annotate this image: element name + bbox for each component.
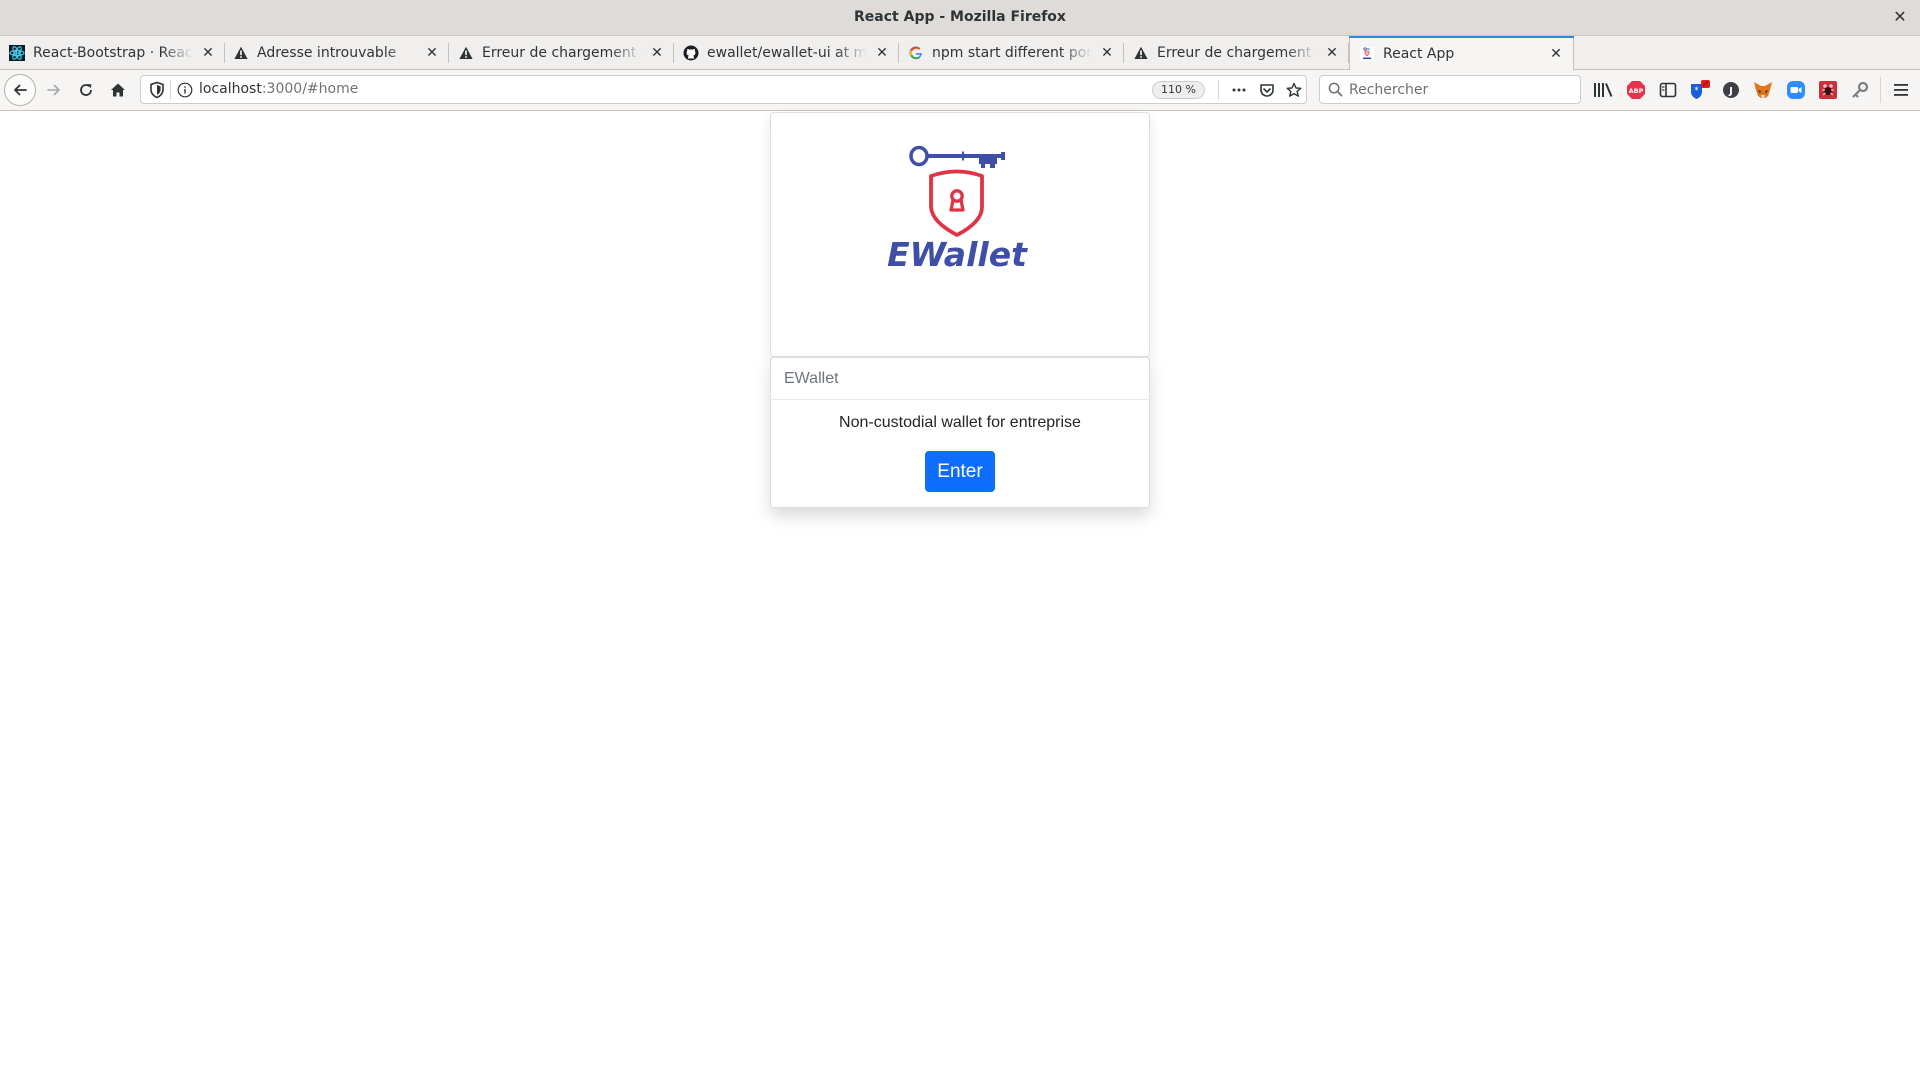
svg-text:ABP: ABP (1629, 87, 1644, 95)
bookmark-star-button[interactable] (1284, 80, 1304, 100)
warning-icon (1133, 45, 1149, 61)
logo-card: EWallet (770, 112, 1150, 357)
enter-button[interactable]: Enter (925, 451, 995, 492)
ewallet-favicon-icon (1359, 46, 1375, 62)
home-icon (111, 83, 125, 97)
forward-button[interactable] (38, 74, 70, 106)
zoom-meetings-icon[interactable] (1785, 79, 1807, 101)
page-actions-button[interactable] (1229, 80, 1249, 100)
logo-text: EWallet (887, 235, 1028, 270)
window-close-button[interactable]: ✕ (1890, 7, 1910, 27)
key-icon[interactable] (1849, 79, 1871, 101)
url-text[interactable]: localhost:3000/#home (199, 81, 358, 97)
bitwarden-icon[interactable]: * (1689, 79, 1711, 101)
page-content: EWallet EWallet Non-custodial wallet for… (0, 111, 1920, 1080)
warning-icon (233, 45, 249, 61)
tab-label: React-Bootstrap · React-Bootstrap Docume… (33, 45, 193, 61)
pocket-button[interactable] (1257, 80, 1277, 100)
site-info-icon[interactable] (177, 82, 193, 98)
navigation-toolbar: localhost:3000/#home 110 % ABP * J (0, 70, 1920, 111)
tab-react-app[interactable]: React App ✕ (1349, 36, 1574, 71)
google-icon (908, 45, 924, 61)
menu-icon[interactable] (1890, 79, 1912, 101)
window-title: React App - Mozilla Firefox (854, 9, 1066, 25)
tab-github[interactable]: ewallet/ewallet-ui at main ✕ (674, 36, 899, 70)
reload-icon (80, 84, 92, 96)
sidebar-icon[interactable] (1657, 79, 1679, 101)
tab-close-icon[interactable]: ✕ (1547, 45, 1565, 63)
metamask-icon[interactable] (1752, 79, 1774, 101)
tab-strip: B React-Bootstrap · React-Bootstrap Docu… (0, 36, 1920, 71)
tab-react-bootstrap[interactable]: B React-Bootstrap · React-Bootstrap Docu… (0, 36, 225, 70)
arrow-right-icon (47, 84, 60, 96)
ewallet-logo: EWallet (887, 145, 1028, 270)
home-button[interactable] (102, 74, 134, 106)
tab-close-icon[interactable]: ✕ (199, 44, 217, 62)
card-description: Non-custodial wallet for entreprise (839, 414, 1081, 431)
bug-extension-icon[interactable] (1817, 79, 1839, 101)
reload-button[interactable] (70, 74, 102, 106)
tab-close-icon[interactable]: ✕ (648, 44, 666, 62)
key-icon (909, 145, 1005, 168)
url-bar-separator (1218, 80, 1219, 100)
tab-erreur-chargement-2[interactable]: Erreur de chargement de la page ✕ (1124, 36, 1349, 70)
toolbar-separator (1880, 77, 1881, 103)
back-button[interactable] (4, 74, 36, 106)
search-bar[interactable] (1319, 75, 1581, 104)
svg-text:*: * (1694, 86, 1699, 96)
url-bar[interactable]: localhost:3000/#home 110 % (140, 75, 1307, 104)
tab-label: React App (1383, 45, 1455, 62)
url-host: localhost (199, 81, 262, 97)
tab-close-icon[interactable]: ✕ (423, 44, 441, 62)
github-icon (683, 45, 699, 61)
tab-label: Erreur de chargement de la page (482, 45, 642, 61)
tab-close-icon[interactable]: ✕ (873, 44, 891, 62)
svg-text:B: B (15, 50, 22, 60)
tab-label: npm start different port - Recherche Goo… (932, 45, 1092, 61)
tab-label: ewallet/ewallet-ui at main (707, 45, 867, 61)
arrow-left-icon (14, 84, 27, 96)
star-icon (1286, 82, 1302, 97)
react-bootstrap-favicon-icon: B (9, 45, 25, 61)
search-input[interactable] (1349, 81, 1569, 98)
tab-adresse-introuvable[interactable]: Adresse introuvable ✕ (224, 36, 449, 70)
search-icon (1328, 82, 1343, 97)
tab-close-icon[interactable]: ✕ (1098, 44, 1116, 62)
info-card: EWallet Non-custodial wallet for entrepr… (770, 357, 1150, 508)
tab-close-icon[interactable]: ✕ (1323, 44, 1341, 62)
svg-text:J: J (1728, 86, 1733, 97)
url-bar-separator (170, 80, 171, 100)
tab-label: Erreur de chargement de la page (1157, 45, 1317, 61)
tracking-protection-shield-icon[interactable] (149, 81, 165, 99)
window-titlebar: React App - Mozilla Firefox ✕ (0, 0, 1920, 36)
tab-google-search[interactable]: npm start different port - Recherche Goo… (899, 36, 1124, 70)
zoom-level-badge[interactable]: 110 % (1152, 81, 1205, 99)
warning-icon (458, 45, 474, 61)
j-extension-icon[interactable]: J (1720, 79, 1742, 101)
tab-label: Adresse introuvable (257, 45, 397, 61)
pocket-icon (1260, 84, 1274, 97)
tab-erreur-chargement[interactable]: Erreur de chargement de la page ✕ (449, 36, 674, 70)
adblock-plus-icon[interactable]: ABP (1625, 79, 1647, 101)
url-path: :3000/#home (261, 81, 359, 97)
more-dots-icon (1232, 88, 1246, 92)
shield-lock-icon (929, 169, 984, 237)
card-header: EWallet (771, 358, 1149, 400)
library-icon[interactable] (1592, 79, 1614, 101)
